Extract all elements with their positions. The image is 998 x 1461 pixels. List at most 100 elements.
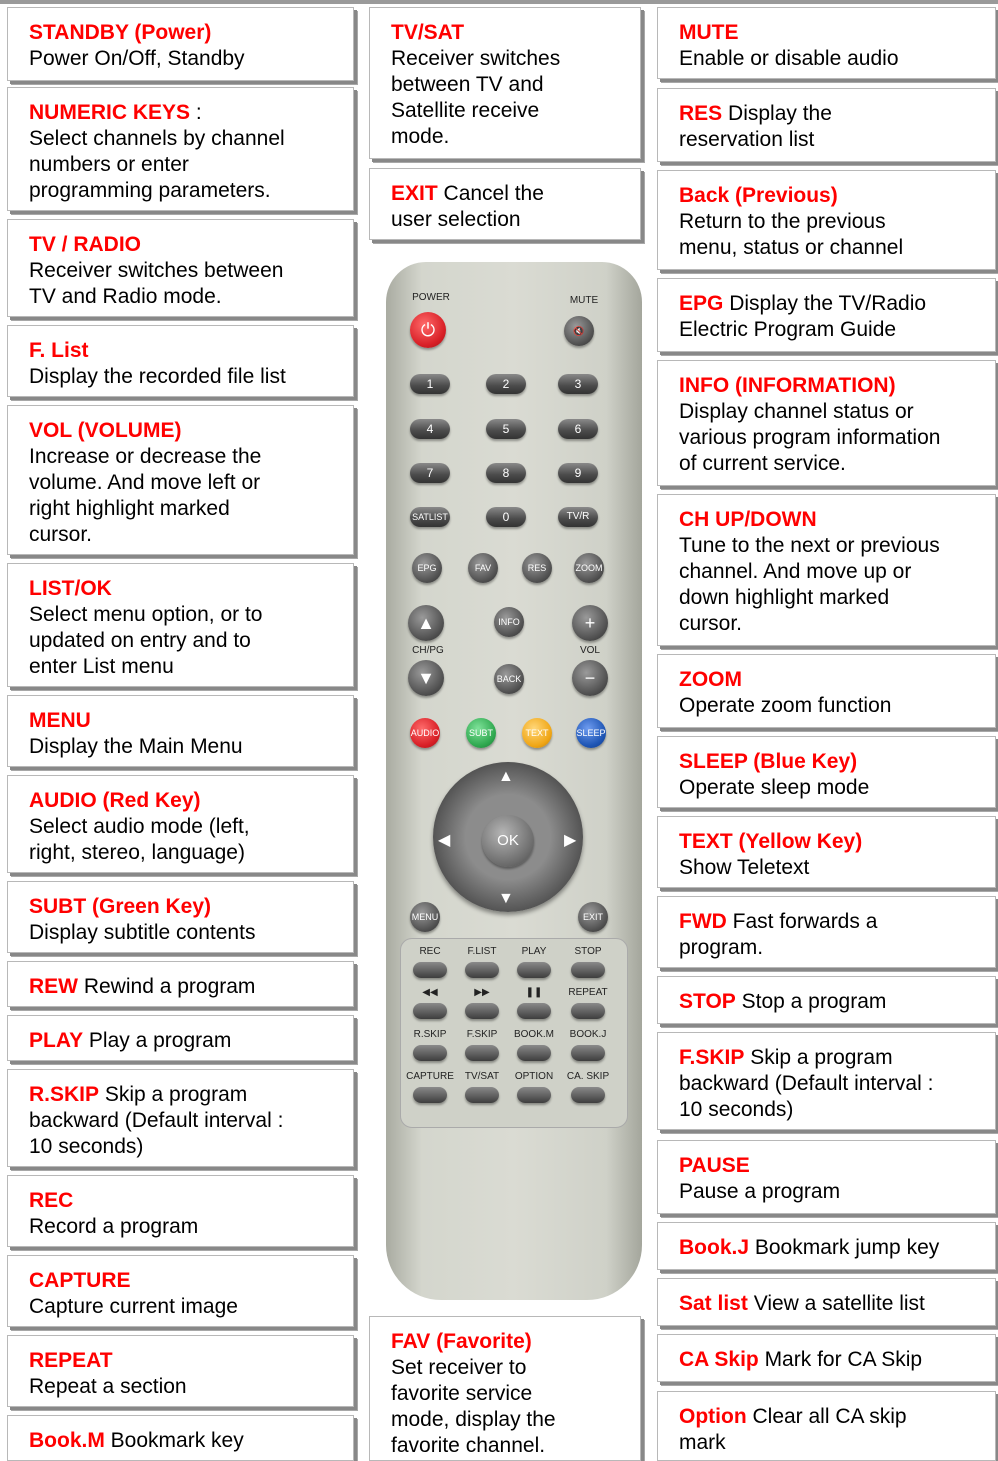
key-box-fav: FAV (Favorite) Set receiver to favorite … bbox=[369, 1316, 641, 1461]
pause-key bbox=[517, 1003, 551, 1019]
res-key: RES bbox=[522, 553, 552, 583]
key-desc: Rewind a program bbox=[78, 975, 256, 998]
key-box-repeat: REPEAT Repeat a section bbox=[7, 1335, 354, 1407]
key-title: Option bbox=[679, 1405, 747, 1428]
key-box-rec: REC Record a program bbox=[7, 1175, 354, 1247]
key-box-option: Option Clear all CA skip mark bbox=[657, 1391, 996, 1461]
key-box-satlist: Sat list View a satellite list bbox=[657, 1278, 996, 1326]
rew-label: ◀◀ bbox=[422, 987, 438, 998]
capture-key bbox=[413, 1087, 447, 1103]
key-box-zoom: ZOOM Operate zoom function bbox=[657, 654, 996, 728]
key-box-subt: SUBT (Green Key) Display subtitle conten… bbox=[7, 881, 354, 953]
epg-key: EPG bbox=[412, 553, 442, 583]
key-box-bookm: Book.M Bookmark key bbox=[7, 1415, 354, 1461]
key-title: REPEAT bbox=[29, 1349, 113, 1372]
vol-down-key: − bbox=[572, 660, 608, 696]
key-box-play: PLAY Play a program bbox=[7, 1015, 354, 1061]
play-label: PLAY bbox=[521, 946, 547, 957]
remote-control-image: POWER ⏻ MUTE 🔇 1 2 3 4 5 6 7 8 9 SATLIST… bbox=[386, 262, 642, 1300]
chpg-label: CH/PG bbox=[412, 645, 444, 656]
option-label: OPTION bbox=[514, 1071, 554, 1082]
key-title: AUDIO (Red Key) bbox=[29, 789, 201, 812]
key-title: CAPTURE bbox=[29, 1269, 131, 1292]
key-title: MUTE bbox=[679, 21, 739, 44]
key-box-numeric: NUMERIC KEYS : Select channels by channe… bbox=[7, 87, 354, 211]
key-desc: Capture current image bbox=[29, 1295, 238, 1318]
fav-key: FAV bbox=[468, 553, 498, 583]
key-title: TV/SAT bbox=[391, 21, 465, 44]
zoom-key: ZOOM bbox=[574, 553, 604, 583]
key-desc: Mark for CA Skip bbox=[758, 1348, 923, 1371]
key-desc: Power On/Off, Standby bbox=[29, 47, 245, 70]
key-box-mute: MUTE Enable or disable audio bbox=[657, 7, 996, 79]
key-title: Back (Previous) bbox=[679, 184, 838, 207]
key-box-rew: REW Rewind a program bbox=[7, 961, 354, 1007]
key-desc: Operate zoom function bbox=[679, 694, 892, 717]
key-box-capture: CAPTURE Capture current image bbox=[7, 1255, 354, 1327]
satlist-key: SATLIST bbox=[410, 507, 450, 527]
bookj-label: BOOK.J bbox=[569, 1029, 607, 1040]
num-key-6: 6 bbox=[558, 419, 598, 439]
key-box-tv-radio: TV / RADIO Receiver switches between TV … bbox=[7, 219, 354, 317]
key-title: RES bbox=[679, 102, 723, 125]
power-label: POWER bbox=[412, 292, 450, 303]
key-box-menu: MENU Display the Main Menu bbox=[7, 695, 354, 767]
key-desc: Show Teletext bbox=[679, 856, 810, 879]
key-desc: Repeat a section bbox=[29, 1375, 187, 1398]
key-desc: Bookmark jump key bbox=[749, 1236, 940, 1259]
key-desc: Enable or disable audio bbox=[679, 47, 899, 70]
menu-key: MENU bbox=[410, 902, 440, 932]
key-box-text: TEXT (Yellow Key) Show Teletext bbox=[657, 816, 996, 888]
key-box-audio: AUDIO (Red Key) Select audio mode (left,… bbox=[7, 775, 354, 873]
vol-up-key: + bbox=[572, 605, 608, 641]
key-title: F. List bbox=[29, 339, 89, 362]
key-desc: Display channel status or various progra… bbox=[679, 400, 941, 475]
repeat-label: REPEAT bbox=[568, 987, 608, 998]
key-title: CA Skip bbox=[679, 1348, 759, 1371]
key-desc: Select audio mode (left, right, stereo, … bbox=[29, 815, 250, 864]
key-desc: Receiver switches between TV and Radio m… bbox=[29, 259, 284, 308]
key-title: Book.J bbox=[679, 1236, 750, 1259]
key-desc: Receiver switches between TV and Satelli… bbox=[391, 47, 561, 148]
num-key-9: 9 bbox=[558, 463, 598, 483]
key-box-pause: PAUSE Pause a program bbox=[657, 1140, 996, 1214]
flist-key bbox=[465, 962, 499, 978]
key-title: F.SKIP bbox=[679, 1046, 745, 1069]
key-title: CH UP/DOWN bbox=[679, 508, 817, 531]
text-key: TEXT bbox=[522, 718, 552, 748]
key-box-list-ok: LIST/OK Select menu option, or to update… bbox=[7, 563, 354, 687]
play-key bbox=[517, 962, 551, 978]
key-box-fskip: F.SKIP Skip a program backward (Default … bbox=[657, 1032, 996, 1130]
num-key-0: 0 bbox=[486, 507, 526, 527]
key-box-vol: VOL (VOLUME) Increase or decrease the vo… bbox=[7, 405, 354, 555]
num-key-1: 1 bbox=[410, 374, 450, 394]
key-desc: Return to the previous menu, status or c… bbox=[679, 210, 904, 259]
key-box-info: INFO (INFORMATION) Display channel statu… bbox=[657, 360, 996, 486]
tvsat-label: TV/SAT bbox=[464, 1071, 500, 1082]
bookj-key bbox=[571, 1045, 605, 1061]
key-title-suffix: : bbox=[190, 101, 202, 124]
key-desc: Select menu option, or to updated on ent… bbox=[29, 603, 263, 678]
tvr-key: TV/R bbox=[558, 507, 598, 527]
key-box-ch-updown: CH UP/DOWN Tune to the next or previous … bbox=[657, 494, 996, 646]
key-title: MENU bbox=[29, 709, 91, 732]
stop-key bbox=[571, 962, 605, 978]
tvsat-key bbox=[465, 1087, 499, 1103]
fwd-key bbox=[465, 1003, 499, 1019]
key-title: PAUSE bbox=[679, 1154, 750, 1177]
rec-key bbox=[413, 962, 447, 978]
key-title: ZOOM bbox=[679, 668, 742, 691]
fskip-key bbox=[465, 1045, 499, 1061]
exit-key: EXIT bbox=[578, 902, 608, 932]
key-title: Sat list bbox=[679, 1292, 748, 1315]
pause-label: ❚❚ bbox=[525, 987, 543, 998]
key-box-fwd: FWD Fast forwards a program. bbox=[657, 896, 996, 968]
key-title: EPG bbox=[679, 292, 724, 315]
key-desc: Display the recorded file list bbox=[29, 365, 286, 388]
stop-label: STOP bbox=[574, 946, 602, 957]
key-desc: Display the Main Menu bbox=[29, 735, 243, 758]
nav-down-arrow: ▼ bbox=[498, 890, 514, 907]
nav-up-arrow: ▲ bbox=[498, 768, 514, 785]
key-box-back: Back (Previous) Return to the previous m… bbox=[657, 170, 996, 270]
rec-label: REC bbox=[419, 946, 441, 957]
